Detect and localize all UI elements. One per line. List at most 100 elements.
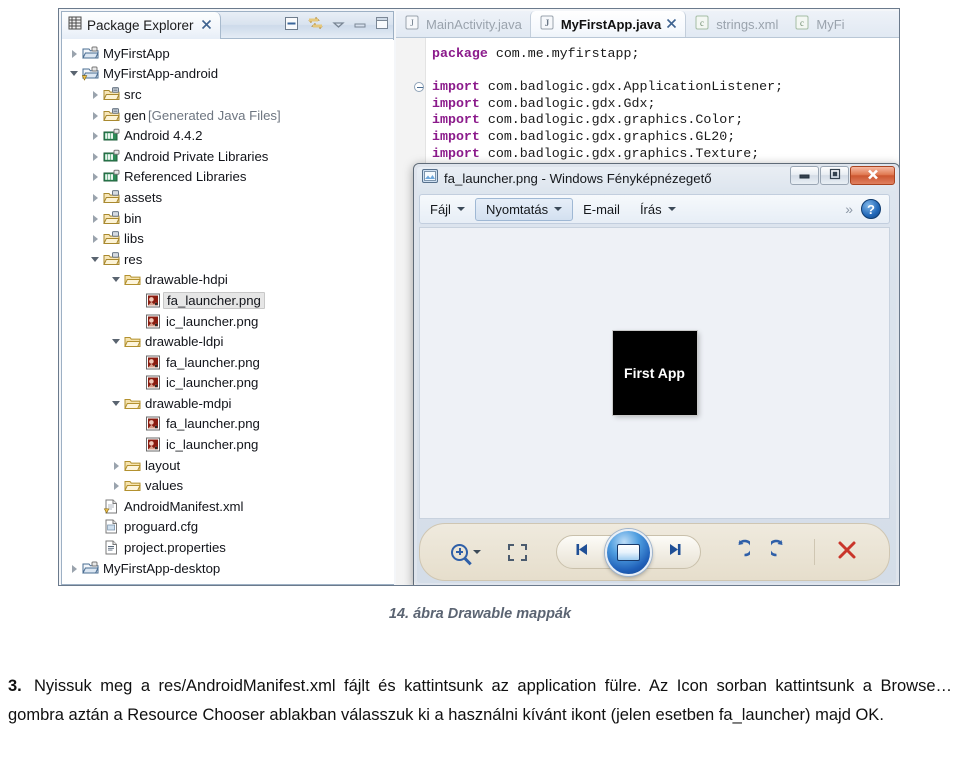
properties-file-icon bbox=[103, 540, 120, 555]
tree-item-assets[interactable]: assets bbox=[63, 187, 394, 208]
expand-arrow-open-icon[interactable] bbox=[69, 68, 80, 79]
tree-item-ic-launcher-png[interactable]: ic_launcher.png bbox=[63, 373, 394, 394]
close-icon[interactable] bbox=[201, 19, 212, 33]
tree-item-fa-launcher-png[interactable]: fa_launcher.png bbox=[63, 352, 394, 373]
windows-photo-viewer-window[interactable]: fa_launcher.png - Windows Fényképnézeget… bbox=[413, 163, 899, 585]
expand-arrow-closed-icon[interactable] bbox=[90, 110, 101, 121]
tree-item-myfirstapp-desktop[interactable]: MyFirstApp-desktop bbox=[63, 558, 394, 579]
viewer-menu-e-mail[interactable]: E-mail bbox=[573, 199, 630, 220]
chevron-down-icon[interactable] bbox=[456, 207, 465, 211]
expand-arrow-closed-icon[interactable] bbox=[111, 480, 122, 491]
image-file-icon bbox=[145, 314, 162, 329]
link-with-editor-icon[interactable] bbox=[307, 16, 324, 36]
package-explorer-icon bbox=[68, 16, 82, 35]
close-button[interactable] bbox=[850, 166, 895, 185]
tree-item-project-properties[interactable]: project.properties bbox=[63, 537, 394, 558]
tree-item-label: fa_launcher.png bbox=[166, 416, 260, 432]
image-file-icon bbox=[145, 293, 162, 308]
tree-item-drawable-ldpi[interactable]: drawable-ldpi bbox=[63, 331, 394, 352]
restore-button[interactable] bbox=[820, 166, 849, 185]
chevron-down-icon[interactable] bbox=[473, 550, 481, 554]
project-tree[interactable]: MyFirstApp MyFirstApp-android src gen [Gene… bbox=[63, 40, 394, 584]
library-icon bbox=[103, 149, 120, 164]
tree-item-myfirstapp-android[interactable]: MyFirstApp-android bbox=[63, 64, 394, 85]
editor-tabbar: J MainActivity.java J MyFirstApp.java c strin… bbox=[396, 11, 899, 38]
overflow-chevrons-icon[interactable]: » bbox=[845, 201, 861, 217]
svg-text:J: J bbox=[545, 18, 550, 28]
tree-item-label: libs bbox=[124, 231, 144, 247]
delete-button[interactable] bbox=[836, 540, 858, 565]
editor-tab-myfirstapp-java[interactable]: J MyFirstApp.java bbox=[529, 11, 687, 37]
tree-item-android-private-libraries[interactable]: Android Private Libraries bbox=[63, 146, 394, 167]
next-icon bbox=[663, 542, 683, 562]
expand-arrow-closed-icon[interactable] bbox=[111, 460, 122, 471]
code-keyword: import bbox=[432, 95, 480, 111]
zoom-button[interactable] bbox=[451, 543, 481, 561]
tree-item-referenced-libraries[interactable]: Referenced Libraries bbox=[63, 167, 394, 188]
xml-warning-file-icon bbox=[103, 499, 120, 514]
tree-item-android-4-4-2[interactable]: Android 4.4.2 bbox=[63, 125, 394, 146]
tree-item-androidmanifest-xml[interactable]: AndroidManifest.xml bbox=[63, 496, 394, 517]
tree-item-fa-launcher-png[interactable]: fa_launcher.png bbox=[63, 414, 394, 435]
folder-res-icon bbox=[103, 190, 120, 205]
rotate-left-button[interactable] bbox=[728, 539, 754, 566]
viewer-menu--r-s[interactable]: Írás bbox=[630, 199, 686, 220]
expand-arrow-closed-icon[interactable] bbox=[90, 171, 101, 182]
minimize-button[interactable] bbox=[790, 166, 819, 185]
tree-item-drawable-mdpi[interactable]: drawable-mdpi bbox=[63, 393, 394, 414]
expand-arrow-open-icon[interactable] bbox=[111, 336, 122, 347]
step-number: 3. bbox=[8, 677, 22, 695]
paragraph-text: Nyissuk meg a res/AndroidManifest.xml fá… bbox=[8, 677, 952, 724]
view-menu-icon[interactable] bbox=[332, 17, 345, 35]
tree-item-gen[interactable]: gen [Generated Java Files] bbox=[63, 105, 394, 126]
tree-item-ic-launcher-png[interactable]: ic_launcher.png bbox=[63, 311, 394, 332]
tree-item-drawable-hdpi[interactable]: drawable-hdpi bbox=[63, 270, 394, 291]
viewer-titlebar[interactable]: fa_launcher.png - Windows Fényképnézeget… bbox=[414, 164, 899, 192]
expand-arrow-closed-icon[interactable] bbox=[90, 213, 101, 224]
expand-arrow-open-icon[interactable] bbox=[111, 398, 122, 409]
tree-item-res[interactable]: res bbox=[63, 249, 394, 270]
maximize-icon[interactable] bbox=[375, 16, 389, 35]
close-icon[interactable] bbox=[666, 17, 677, 32]
tree-item-layout[interactable]: layout bbox=[63, 455, 394, 476]
viewer-image-canvas[interactable]: First App bbox=[419, 227, 890, 519]
minimize-icon[interactable] bbox=[353, 17, 367, 35]
chevron-down-icon[interactable] bbox=[667, 207, 676, 211]
viewer-menu-nyomtat-s[interactable]: Nyomtatás bbox=[474, 197, 574, 221]
tree-item-libs[interactable]: libs bbox=[63, 228, 394, 249]
tree-item-proguard-cfg[interactable]: proguard.cfg bbox=[63, 517, 394, 538]
expand-arrow-closed-icon[interactable] bbox=[90, 192, 101, 203]
expand-arrow-closed-icon[interactable] bbox=[90, 130, 101, 141]
editor-tab-myfi[interactable]: c MyFi bbox=[786, 11, 852, 37]
collapse-all-icon[interactable] bbox=[284, 16, 299, 36]
expand-arrow-closed-icon[interactable] bbox=[90, 89, 101, 100]
tree-item-label: assets bbox=[124, 189, 163, 205]
expand-arrow-closed-icon[interactable] bbox=[69, 563, 80, 574]
editor-tab-strings-xml[interactable]: c strings.xml bbox=[686, 11, 786, 37]
tree-item-values[interactable]: values bbox=[63, 475, 394, 496]
rotate-right-button[interactable] bbox=[767, 539, 793, 566]
tree-item-myfirstapp[interactable]: MyFirstApp bbox=[63, 43, 394, 64]
slideshow-button[interactable] bbox=[605, 528, 652, 576]
code-keyword: import bbox=[432, 129, 480, 144]
expand-arrow-open-icon[interactable] bbox=[111, 274, 122, 285]
expand-arrow-closed-icon[interactable] bbox=[69, 48, 80, 59]
expand-arrow-closed-icon[interactable] bbox=[90, 151, 101, 162]
tree-item-ic-launcher-png[interactable]: ic_launcher.png bbox=[63, 434, 394, 455]
next-button[interactable] bbox=[650, 542, 696, 562]
tree-item-bin[interactable]: bin bbox=[63, 208, 394, 229]
expand-arrow-closed-icon[interactable] bbox=[90, 233, 101, 244]
tree-item-fa-launcher-png[interactable]: fa_launcher.png bbox=[63, 290, 394, 311]
tree-item-src[interactable]: src bbox=[63, 84, 394, 105]
project-icon bbox=[82, 561, 99, 576]
help-icon[interactable]: ? bbox=[861, 199, 881, 219]
tab-package-explorer[interactable]: Package Explorer bbox=[62, 12, 221, 39]
chevron-down-icon[interactable] bbox=[554, 207, 563, 211]
previous-button[interactable] bbox=[561, 542, 607, 562]
editor-tab-mainactivity-java[interactable]: J MainActivity.java bbox=[396, 11, 530, 37]
tree-item-label: layout bbox=[145, 457, 181, 473]
viewer-menu-f-jl[interactable]: Fájl bbox=[420, 199, 475, 220]
fit-to-window-button[interactable] bbox=[508, 543, 527, 561]
expand-arrow-open-icon[interactable] bbox=[90, 254, 101, 265]
